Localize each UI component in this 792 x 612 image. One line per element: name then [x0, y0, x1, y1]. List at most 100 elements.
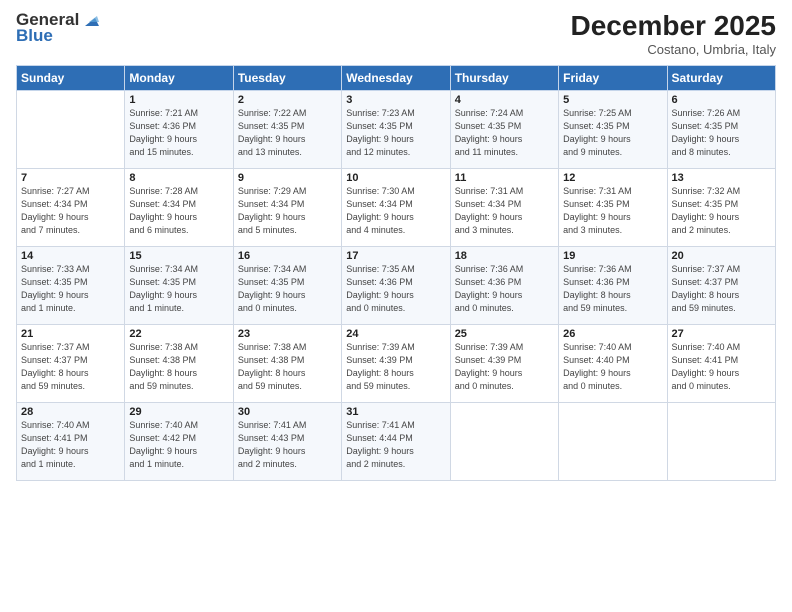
day-cell: 6Sunrise: 7:26 AM Sunset: 4:35 PM Daylig…	[667, 91, 775, 169]
week-row-1: 1Sunrise: 7:21 AM Sunset: 4:36 PM Daylig…	[17, 91, 776, 169]
day-cell: 5Sunrise: 7:25 AM Sunset: 4:35 PM Daylig…	[559, 91, 667, 169]
header-cell-sunday: Sunday	[17, 66, 125, 91]
day-info: Sunrise: 7:23 AM Sunset: 4:35 PM Dayligh…	[346, 107, 445, 159]
title-section: December 2025 Costano, Umbria, Italy	[571, 10, 776, 57]
day-number: 22	[129, 328, 228, 340]
day-cell: 31Sunrise: 7:41 AM Sunset: 4:44 PM Dayli…	[342, 403, 450, 481]
calendar-table: SundayMondayTuesdayWednesdayThursdayFrid…	[16, 65, 776, 481]
day-cell: 28Sunrise: 7:40 AM Sunset: 4:41 PM Dayli…	[17, 403, 125, 481]
day-number: 24	[346, 328, 445, 340]
day-info: Sunrise: 7:22 AM Sunset: 4:35 PM Dayligh…	[238, 107, 337, 159]
day-cell: 1Sunrise: 7:21 AM Sunset: 4:36 PM Daylig…	[125, 91, 233, 169]
day-cell: 27Sunrise: 7:40 AM Sunset: 4:41 PM Dayli…	[667, 325, 775, 403]
day-cell: 13Sunrise: 7:32 AM Sunset: 4:35 PM Dayli…	[667, 169, 775, 247]
day-number: 18	[455, 250, 554, 262]
day-info: Sunrise: 7:30 AM Sunset: 4:34 PM Dayligh…	[346, 185, 445, 237]
day-number: 28	[21, 406, 120, 418]
day-info: Sunrise: 7:37 AM Sunset: 4:37 PM Dayligh…	[21, 341, 120, 393]
header-cell-monday: Monday	[125, 66, 233, 91]
day-info: Sunrise: 7:40 AM Sunset: 4:42 PM Dayligh…	[129, 419, 228, 471]
day-info: Sunrise: 7:38 AM Sunset: 4:38 PM Dayligh…	[238, 341, 337, 393]
day-info: Sunrise: 7:32 AM Sunset: 4:35 PM Dayligh…	[672, 185, 771, 237]
day-number: 3	[346, 94, 445, 106]
day-cell: 15Sunrise: 7:34 AM Sunset: 4:35 PM Dayli…	[125, 247, 233, 325]
day-info: Sunrise: 7:37 AM Sunset: 4:37 PM Dayligh…	[672, 263, 771, 315]
day-cell	[667, 403, 775, 481]
day-cell	[450, 403, 558, 481]
day-info: Sunrise: 7:34 AM Sunset: 4:35 PM Dayligh…	[129, 263, 228, 315]
day-cell: 8Sunrise: 7:28 AM Sunset: 4:34 PM Daylig…	[125, 169, 233, 247]
day-cell: 24Sunrise: 7:39 AM Sunset: 4:39 PM Dayli…	[342, 325, 450, 403]
day-cell: 12Sunrise: 7:31 AM Sunset: 4:35 PM Dayli…	[559, 169, 667, 247]
day-number: 7	[21, 172, 120, 184]
day-number: 4	[455, 94, 554, 106]
day-cell: 7Sunrise: 7:27 AM Sunset: 4:34 PM Daylig…	[17, 169, 125, 247]
day-number: 13	[672, 172, 771, 184]
day-info: Sunrise: 7:34 AM Sunset: 4:35 PM Dayligh…	[238, 263, 337, 315]
day-number: 20	[672, 250, 771, 262]
day-info: Sunrise: 7:25 AM Sunset: 4:35 PM Dayligh…	[563, 107, 662, 159]
day-cell: 30Sunrise: 7:41 AM Sunset: 4:43 PM Dayli…	[233, 403, 341, 481]
day-number: 16	[238, 250, 337, 262]
day-cell: 19Sunrise: 7:36 AM Sunset: 4:36 PM Dayli…	[559, 247, 667, 325]
day-info: Sunrise: 7:33 AM Sunset: 4:35 PM Dayligh…	[21, 263, 120, 315]
day-info: Sunrise: 7:39 AM Sunset: 4:39 PM Dayligh…	[346, 341, 445, 393]
day-number: 10	[346, 172, 445, 184]
day-cell: 14Sunrise: 7:33 AM Sunset: 4:35 PM Dayli…	[17, 247, 125, 325]
day-info: Sunrise: 7:29 AM Sunset: 4:34 PM Dayligh…	[238, 185, 337, 237]
day-cell: 16Sunrise: 7:34 AM Sunset: 4:35 PM Dayli…	[233, 247, 341, 325]
day-cell: 20Sunrise: 7:37 AM Sunset: 4:37 PM Dayli…	[667, 247, 775, 325]
day-number: 31	[346, 406, 445, 418]
header-cell-friday: Friday	[559, 66, 667, 91]
day-info: Sunrise: 7:24 AM Sunset: 4:35 PM Dayligh…	[455, 107, 554, 159]
day-cell: 11Sunrise: 7:31 AM Sunset: 4:34 PM Dayli…	[450, 169, 558, 247]
day-info: Sunrise: 7:36 AM Sunset: 4:36 PM Dayligh…	[563, 263, 662, 315]
day-cell: 22Sunrise: 7:38 AM Sunset: 4:38 PM Dayli…	[125, 325, 233, 403]
page-container: General Blue December 2025 Costano, Umbr…	[0, 0, 792, 491]
day-number: 5	[563, 94, 662, 106]
location-text: Costano, Umbria, Italy	[571, 42, 776, 57]
day-number: 27	[672, 328, 771, 340]
week-row-3: 14Sunrise: 7:33 AM Sunset: 4:35 PM Dayli…	[17, 247, 776, 325]
day-number: 21	[21, 328, 120, 340]
day-number: 19	[563, 250, 662, 262]
day-info: Sunrise: 7:35 AM Sunset: 4:36 PM Dayligh…	[346, 263, 445, 315]
day-number: 23	[238, 328, 337, 340]
day-number: 26	[563, 328, 662, 340]
day-info: Sunrise: 7:41 AM Sunset: 4:44 PM Dayligh…	[346, 419, 445, 471]
day-info: Sunrise: 7:27 AM Sunset: 4:34 PM Dayligh…	[21, 185, 120, 237]
day-info: Sunrise: 7:31 AM Sunset: 4:35 PM Dayligh…	[563, 185, 662, 237]
week-row-4: 21Sunrise: 7:37 AM Sunset: 4:37 PM Dayli…	[17, 325, 776, 403]
page-header: General Blue December 2025 Costano, Umbr…	[16, 10, 776, 57]
day-number: 12	[563, 172, 662, 184]
day-cell: 17Sunrise: 7:35 AM Sunset: 4:36 PM Dayli…	[342, 247, 450, 325]
day-cell	[559, 403, 667, 481]
day-info: Sunrise: 7:26 AM Sunset: 4:35 PM Dayligh…	[672, 107, 771, 159]
day-info: Sunrise: 7:36 AM Sunset: 4:36 PM Dayligh…	[455, 263, 554, 315]
day-info: Sunrise: 7:28 AM Sunset: 4:34 PM Dayligh…	[129, 185, 228, 237]
day-cell: 4Sunrise: 7:24 AM Sunset: 4:35 PM Daylig…	[450, 91, 558, 169]
day-info: Sunrise: 7:40 AM Sunset: 4:41 PM Dayligh…	[672, 341, 771, 393]
day-cell	[17, 91, 125, 169]
day-cell: 3Sunrise: 7:23 AM Sunset: 4:35 PM Daylig…	[342, 91, 450, 169]
day-number: 9	[238, 172, 337, 184]
header-row: SundayMondayTuesdayWednesdayThursdayFrid…	[17, 66, 776, 91]
day-number: 17	[346, 250, 445, 262]
logo-icon	[81, 10, 99, 28]
day-info: Sunrise: 7:39 AM Sunset: 4:39 PM Dayligh…	[455, 341, 554, 393]
day-info: Sunrise: 7:41 AM Sunset: 4:43 PM Dayligh…	[238, 419, 337, 471]
week-row-2: 7Sunrise: 7:27 AM Sunset: 4:34 PM Daylig…	[17, 169, 776, 247]
header-cell-wednesday: Wednesday	[342, 66, 450, 91]
day-info: Sunrise: 7:40 AM Sunset: 4:40 PM Dayligh…	[563, 341, 662, 393]
day-info: Sunrise: 7:40 AM Sunset: 4:41 PM Dayligh…	[21, 419, 120, 471]
logo: General Blue	[16, 10, 99, 46]
day-info: Sunrise: 7:21 AM Sunset: 4:36 PM Dayligh…	[129, 107, 228, 159]
day-cell: 21Sunrise: 7:37 AM Sunset: 4:37 PM Dayli…	[17, 325, 125, 403]
day-number: 14	[21, 250, 120, 262]
day-number: 30	[238, 406, 337, 418]
day-number: 6	[672, 94, 771, 106]
header-cell-tuesday: Tuesday	[233, 66, 341, 91]
header-cell-saturday: Saturday	[667, 66, 775, 91]
day-number: 15	[129, 250, 228, 262]
day-cell: 23Sunrise: 7:38 AM Sunset: 4:38 PM Dayli…	[233, 325, 341, 403]
